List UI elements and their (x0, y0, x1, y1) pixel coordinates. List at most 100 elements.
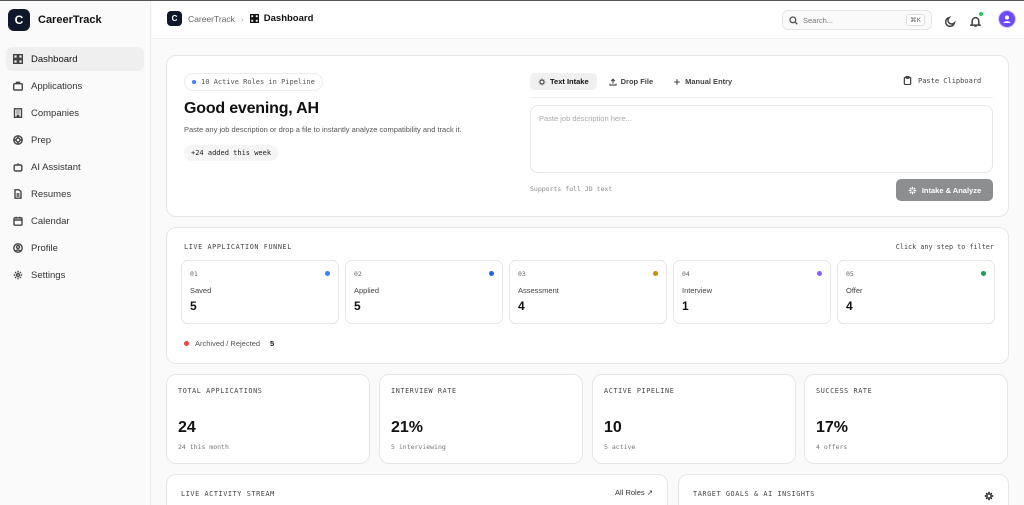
sparkle-icon (908, 186, 917, 194)
tab-label: Manual Entry (685, 77, 733, 86)
stat-sub: 5 interviewing (391, 443, 446, 451)
grid-icon (249, 14, 259, 23)
stage-count: 4 (846, 299, 853, 313)
tab-manual-entry[interactable]: Manual Entry (665, 73, 740, 90)
sidebar-item-applications[interactable]: Applications (6, 74, 144, 98)
moon-icon (944, 16, 956, 28)
stage-number: 01 (190, 270, 198, 278)
tab-label: Text Intake (550, 77, 589, 86)
sidebar-item-companies[interactable]: Companies (6, 101, 144, 125)
brand[interactable]: C CareerTrack (8, 9, 102, 31)
search-shortcut: ⌘K (906, 14, 925, 26)
paste-clipboard-button[interactable]: Paste Clipboard (903, 76, 981, 85)
stage-number: 04 (682, 270, 690, 278)
stage-count: 1 (682, 299, 689, 313)
stage-count: 4 (518, 299, 525, 313)
all-roles-link[interactable]: All Roles ↗ (615, 488, 653, 497)
stage-dot (489, 271, 494, 276)
activity-stream-title: LIVE ACTIVITY STREAM (181, 490, 275, 498)
archived-rejected-filter[interactable]: Archived / Rejected 5 (184, 339, 274, 348)
sparkle-icon[interactable] (984, 488, 994, 501)
funnel-stage-interview[interactable]: 04 Interview 1 (673, 260, 831, 324)
stat-label: ACTIVE PIPELINE (604, 387, 675, 395)
avatar[interactable] (998, 10, 1016, 28)
funnel-stage-saved[interactable]: 01 Saved 5 (181, 260, 339, 324)
goals-insights-title: TARGET GOALS & AI INSIGHTS (693, 490, 815, 498)
stat-label: SUCCESS RATE (816, 387, 873, 395)
sidebar-item-dashboard[interactable]: Dashboard (6, 47, 144, 71)
calendar-icon (13, 216, 23, 226)
funnel-stage-assessment[interactable]: 03 Assessment 4 (509, 260, 667, 324)
notifications-button[interactable] (968, 12, 983, 27)
brand-name: CareerTrack (38, 14, 102, 26)
plus-icon (674, 78, 680, 85)
document-icon (14, 189, 22, 199)
theme-toggle-button[interactable] (944, 14, 956, 28)
user-icon (13, 243, 23, 253)
sidebar-item-label: Profile (31, 242, 58, 254)
stage-name: Interview (682, 286, 713, 295)
chevron-right-icon: › (240, 13, 244, 24)
sidebar-item-profile[interactable]: Profile (6, 236, 144, 260)
stage-name: Assessment (518, 286, 559, 295)
stat-card-success-rate: SUCCESS RATE 17% 4 offers (804, 374, 1008, 464)
clipboard-icon (903, 76, 912, 85)
grid-icon (13, 54, 23, 64)
sparkle-icon (538, 78, 546, 85)
sidebar: C CareerTrack Dashboard Applications Com… (0, 1, 151, 505)
sidebar-item-label: Settings (31, 269, 66, 281)
tab-text-intake[interactable]: Text Intake (530, 73, 597, 90)
topbar: C CareerTrack › Dashboard Search... ⌘K (152, 1, 1024, 39)
sidebar-item-calendar[interactable]: Calendar (6, 209, 144, 233)
intake-analyze-button[interactable]: Intake & Analyze (896, 179, 993, 201)
funnel-stages: 01 Saved 5 02 Applied 5 03 Assessment 4 … (181, 260, 995, 324)
breadcrumb-root[interactable]: CareerTrack (188, 14, 235, 24)
archived-dot (184, 341, 189, 346)
stat-card-total-applications: TOTAL APPLICATIONS 24 24 this month (166, 374, 370, 464)
stat-value: 21% (391, 419, 424, 436)
status-dot (192, 80, 196, 84)
stage-number: 03 (518, 270, 526, 278)
sidebar-item-label: Dashboard (31, 53, 78, 65)
job-description-input[interactable] (530, 105, 993, 173)
sidebar-item-settings[interactable]: Settings (6, 263, 144, 287)
funnel-stage-offer[interactable]: 05 Offer 4 (837, 260, 995, 324)
gear-icon (13, 270, 23, 280)
notification-dot (979, 12, 983, 16)
archived-count: 5 (270, 339, 275, 348)
tab-drop-file[interactable]: Drop File (601, 73, 662, 90)
stat-card-interview-rate: INTERVIEW RATE 21% 5 interviewing (379, 374, 583, 464)
stat-label: TOTAL APPLICATIONS (178, 387, 263, 395)
archived-label: Archived / Rejected (195, 339, 261, 348)
funnel-stage-applied[interactable]: 02 Applied 5 (345, 260, 503, 324)
stage-name: Offer (846, 286, 863, 295)
search-input[interactable]: Search... ⌘K (782, 10, 932, 30)
search-icon (789, 15, 798, 25)
active-roles-pill: 10 Active Roles in Pipeline (184, 73, 323, 91)
user-icon (1003, 15, 1011, 23)
sidebar-item-ai-assistant[interactable]: AI Assistant (6, 155, 144, 179)
page-subtitle: Paste any job description or drop a file… (184, 125, 462, 134)
stat-label: INTERVIEW RATE (391, 387, 457, 395)
paste-clipboard-label: Paste Clipboard (918, 76, 982, 85)
stat-value: 10 (604, 419, 622, 436)
sidebar-item-label: Calendar (31, 215, 70, 227)
stage-count: 5 (190, 299, 197, 313)
briefcase-icon (13, 81, 23, 91)
stat-sub: 5 active (604, 443, 636, 451)
application-funnel-card: LIVE APPLICATION FUNNEL Click any step t… (166, 227, 1009, 364)
intake-analyze-label: Intake & Analyze (921, 185, 982, 195)
sidebar-item-resumes[interactable]: Resumes (6, 182, 144, 206)
page-title: Good evening, AH (184, 100, 319, 117)
stage-count: 5 (354, 299, 361, 313)
stat-value: 17% (816, 419, 849, 436)
stage-dot (981, 271, 986, 276)
sidebar-nav: Dashboard Applications Companies Prep AI… (6, 47, 144, 290)
sidebar-item-label: Applications (31, 80, 83, 92)
sidebar-item-prep[interactable]: Prep (6, 128, 144, 152)
added-this-week-badge: +24 added this week (184, 145, 279, 161)
sidebar-item-label: Resumes (31, 188, 72, 200)
stage-dot (325, 271, 330, 276)
breadcrumb-logo: C (167, 11, 182, 26)
upload-icon (609, 77, 617, 86)
